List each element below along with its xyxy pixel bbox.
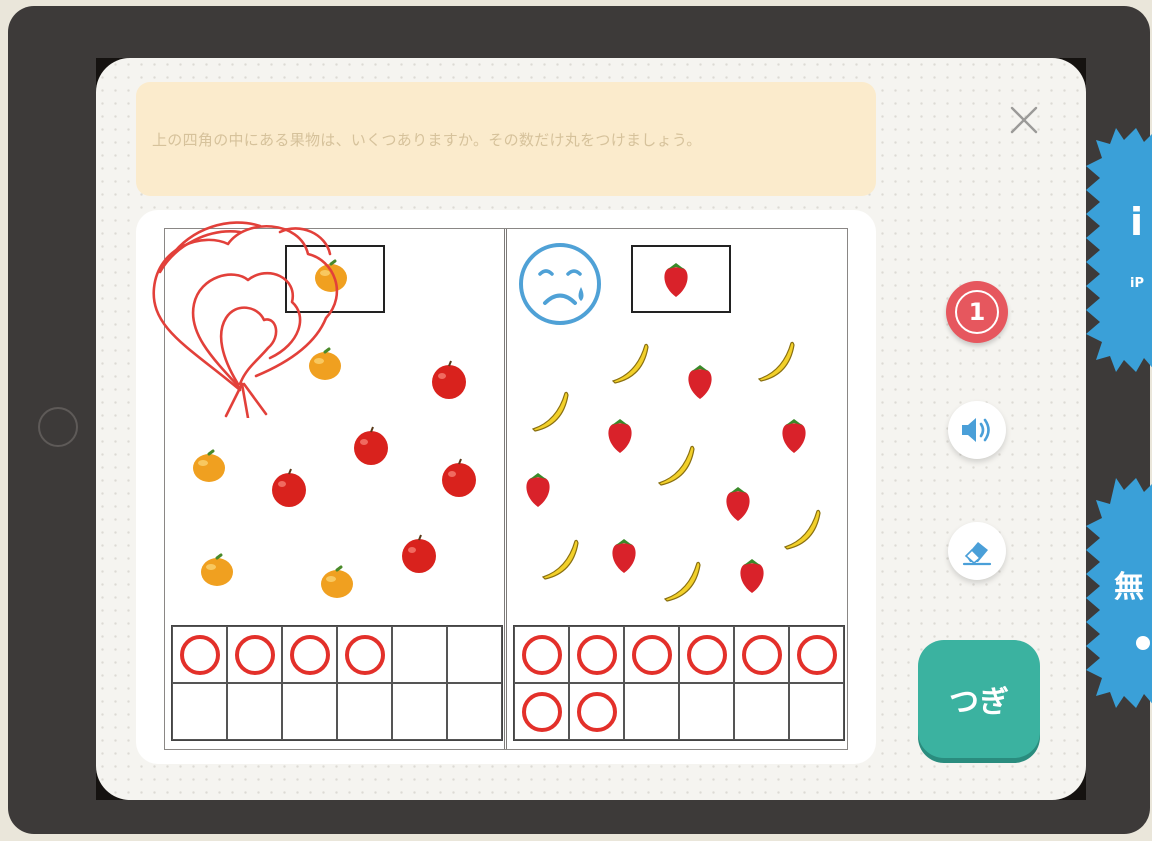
grid-cell[interactable] bbox=[514, 626, 569, 683]
circle-mark bbox=[521, 634, 562, 675]
banana-icon bbox=[663, 561, 701, 602]
eraser-icon bbox=[962, 542, 992, 566]
circle-mark bbox=[796, 634, 837, 675]
apple-icon bbox=[354, 426, 388, 465]
tablet-frame: 上の四角の中にある果物は、いくつありますか。その数だけ丸をつけましょう。 1 つ… bbox=[8, 6, 1150, 834]
worksheet-panel bbox=[136, 210, 876, 764]
answer-grid-right bbox=[513, 625, 845, 741]
grid-cell[interactable] bbox=[679, 683, 734, 740]
circle-mark bbox=[686, 634, 727, 675]
grid-cell[interactable] bbox=[172, 626, 227, 683]
grid-cell[interactable] bbox=[337, 626, 392, 683]
circle-mark bbox=[576, 634, 617, 675]
answer-grid-left bbox=[171, 625, 503, 741]
orange-icon bbox=[315, 259, 347, 292]
circle-mark bbox=[521, 691, 562, 732]
circle-mark bbox=[234, 634, 275, 675]
close-button[interactable] bbox=[1002, 98, 1046, 142]
crying-face-icon bbox=[519, 243, 601, 325]
orange-icon bbox=[193, 449, 225, 482]
eraser-button[interactable] bbox=[948, 522, 1006, 580]
grid-cell[interactable] bbox=[447, 626, 502, 683]
grid-cell[interactable] bbox=[227, 626, 282, 683]
banana-icon bbox=[541, 539, 579, 580]
circle-mark bbox=[741, 634, 782, 675]
grid-cell[interactable] bbox=[789, 626, 844, 683]
grid-cell[interactable] bbox=[227, 683, 282, 740]
question-number: 1 bbox=[955, 290, 999, 334]
circle-mark bbox=[289, 634, 330, 675]
grid-cell[interactable] bbox=[679, 626, 734, 683]
strawberry-icon bbox=[740, 559, 764, 593]
app-background: 上の四角の中にある果物は、いくつありますか。その数だけ丸をつけましょう。 1 つ… bbox=[96, 58, 1086, 800]
speaker-icon bbox=[962, 418, 990, 442]
apple-icon bbox=[442, 458, 476, 497]
strawberry-icon bbox=[608, 419, 632, 453]
strawberry-icon bbox=[526, 473, 550, 507]
grid-cell[interactable] bbox=[282, 683, 337, 740]
promo-bottom-big: 無 bbox=[1114, 570, 1144, 605]
grid-cell[interactable] bbox=[569, 683, 624, 740]
strawberry-icon bbox=[688, 365, 712, 399]
strawberry-icon bbox=[612, 539, 636, 573]
grid-cell[interactable] bbox=[337, 683, 392, 740]
grid-cell[interactable] bbox=[514, 683, 569, 740]
apple-icon bbox=[432, 360, 466, 399]
grid-cell[interactable] bbox=[282, 626, 337, 683]
orange-icon bbox=[309, 347, 341, 380]
circle-mark bbox=[631, 634, 672, 675]
strawberry-icon bbox=[664, 263, 688, 297]
promo-top-big: i bbox=[1130, 200, 1144, 244]
instruction-text: 上の四角の中にある果物は、いくつありますか。その数だけ丸をつけましょう。 bbox=[152, 130, 702, 149]
apple-icon bbox=[402, 534, 436, 573]
home-button[interactable] bbox=[38, 407, 78, 447]
banana-icon bbox=[531, 391, 569, 432]
worksheet-right bbox=[506, 229, 848, 749]
banana-icon bbox=[757, 341, 795, 382]
worksheet[interactable] bbox=[164, 228, 848, 750]
apple-icon bbox=[272, 468, 306, 507]
orange-icon bbox=[321, 565, 353, 598]
promo-top-small: iP bbox=[1130, 276, 1144, 291]
grid-cell[interactable] bbox=[734, 626, 789, 683]
grid-cell[interactable] bbox=[569, 626, 624, 683]
grid-cell[interactable] bbox=[447, 683, 502, 740]
strawberry-icon bbox=[726, 487, 750, 521]
grid-cell[interactable] bbox=[624, 683, 679, 740]
grid-cell[interactable] bbox=[392, 683, 447, 740]
grid-cell[interactable] bbox=[392, 626, 447, 683]
circle-mark bbox=[179, 634, 220, 675]
question-number-button[interactable]: 1 bbox=[946, 281, 1008, 343]
next-button-label: つぎ bbox=[949, 685, 1009, 720]
grid-cell[interactable] bbox=[789, 683, 844, 740]
worksheet-left bbox=[165, 229, 505, 749]
orange-icon bbox=[201, 553, 233, 586]
promo-bottom-dot bbox=[1136, 636, 1150, 650]
circle-mark bbox=[576, 691, 617, 732]
close-icon bbox=[1010, 106, 1038, 134]
instruction-banner: 上の四角の中にある果物は、いくつありますか。その数だけ丸をつけましょう。 bbox=[136, 82, 876, 196]
strawberry-icon bbox=[782, 419, 806, 453]
grid-cell[interactable] bbox=[624, 626, 679, 683]
next-button[interactable]: つぎ bbox=[918, 640, 1040, 758]
banana-icon bbox=[611, 343, 649, 384]
grid-cell[interactable] bbox=[172, 683, 227, 740]
app-screen: 上の四角の中にある果物は、いくつありますか。その数だけ丸をつけましょう。 1 つ… bbox=[96, 58, 1086, 800]
banana-icon bbox=[783, 509, 821, 550]
circle-mark bbox=[344, 634, 385, 675]
grid-cell[interactable] bbox=[734, 683, 789, 740]
promo-badge-top[interactable] bbox=[1086, 128, 1152, 372]
banana-icon bbox=[657, 445, 695, 486]
sound-button[interactable] bbox=[948, 401, 1006, 459]
